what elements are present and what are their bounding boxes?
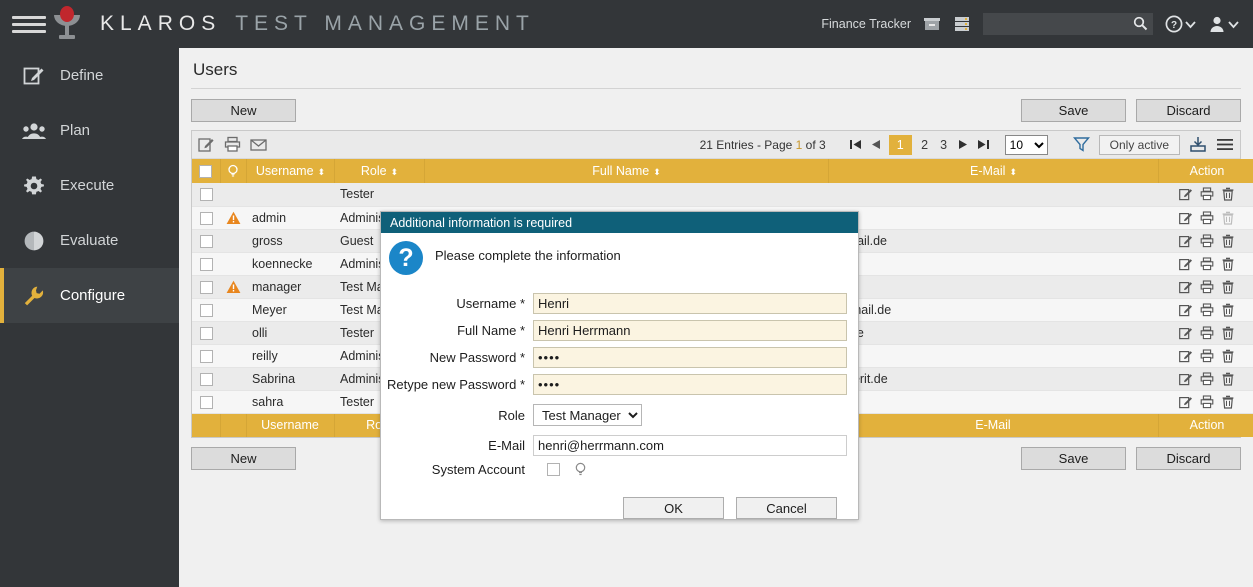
retype-password-label: Retype new Password *	[381, 377, 533, 392]
system-account-row: System Account	[381, 462, 847, 477]
system-account-label: System Account	[381, 462, 533, 477]
cancel-button[interactable]: Cancel	[736, 497, 837, 519]
username-row: Username *	[381, 293, 847, 314]
required-mark: *	[520, 377, 525, 392]
retype-password-input[interactable]	[533, 374, 847, 395]
question-icon: ?	[389, 241, 423, 275]
email-input[interactable]	[533, 435, 847, 456]
label-text: New Password	[430, 350, 517, 365]
dialog-form: Username * Full Name * New Password *	[381, 275, 858, 519]
new-password-label: New Password *	[381, 350, 533, 365]
dialog-message-row: ? Please complete the information	[381, 233, 858, 275]
dialog-overlay: Additional information is required ? Ple…	[0, 0, 1253, 587]
fullname-row: Full Name *	[381, 320, 847, 341]
label-text: Username	[456, 296, 516, 311]
username-input[interactable]	[533, 293, 847, 314]
required-mark: *	[520, 323, 525, 338]
ok-button[interactable]: OK	[623, 497, 724, 519]
retype-password-row: Retype new Password *	[381, 374, 847, 395]
required-mark: *	[520, 350, 525, 365]
role-label: Role	[381, 408, 533, 423]
username-label: Username *	[381, 296, 533, 311]
label-text: System Account	[432, 462, 525, 477]
fullname-input[interactable]	[533, 320, 847, 341]
system-account-checkbox[interactable]	[547, 463, 560, 476]
label-text: Role	[498, 408, 525, 423]
role-select[interactable]: Test Manager Administrator Tester Guest	[533, 404, 642, 426]
bulb-icon[interactable]	[574, 462, 587, 477]
new-password-input[interactable]	[533, 347, 847, 368]
label-text: Full Name	[457, 323, 516, 338]
role-row: Role Test Manager Administrator Tester G…	[381, 404, 847, 426]
dialog-message: Please complete the information	[435, 241, 621, 263]
dialog-buttons: OK Cancel	[381, 483, 847, 519]
email-row: E-Mail	[381, 435, 847, 456]
email-label: E-Mail	[381, 438, 533, 453]
label-text: E-Mail	[488, 438, 525, 453]
new-password-row: New Password *	[381, 347, 847, 368]
fullname-label: Full Name *	[381, 323, 533, 338]
additional-information-dialog: Additional information is required ? Ple…	[380, 211, 859, 520]
required-mark: *	[520, 296, 525, 311]
dialog-title: Additional information is required	[381, 212, 858, 233]
label-text: Retype new Password	[387, 377, 516, 392]
